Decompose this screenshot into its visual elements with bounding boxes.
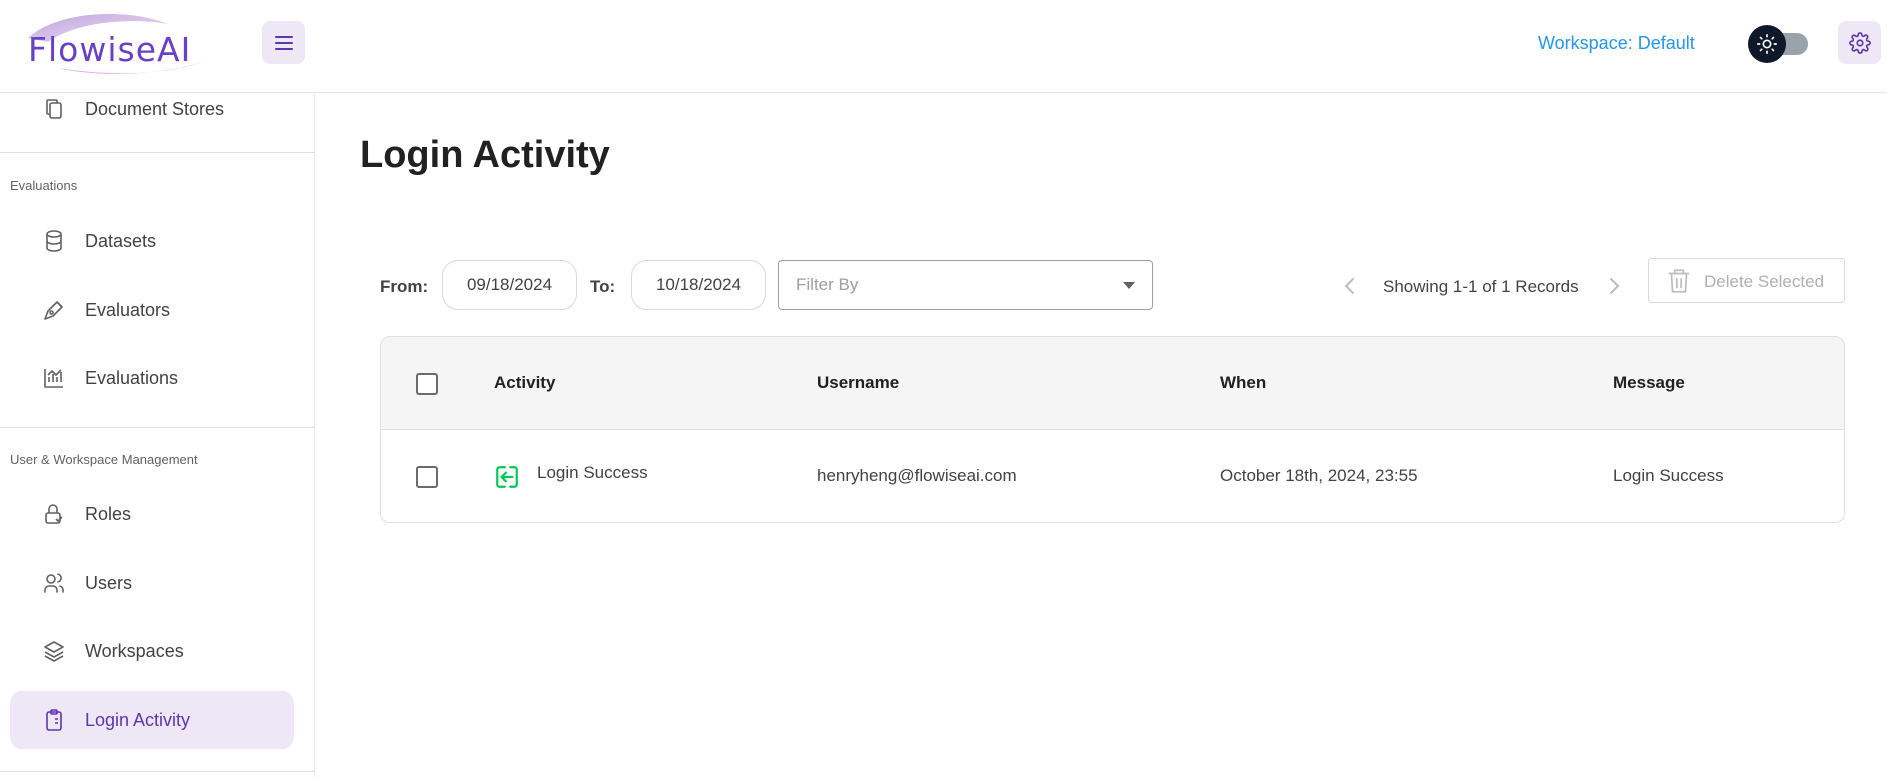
column-header-activity[interactable]: Activity <box>494 373 555 393</box>
lock-check-icon <box>45 504 63 524</box>
login-activity-table: Activity Username When Message Login Suc… <box>380 336 1845 523</box>
sidebar-item-workspaces[interactable]: Workspaces <box>10 622 294 680</box>
delete-selected-label: Delete Selected <box>1704 272 1825 291</box>
pagination-text: Showing 1-1 of 1 Records <box>1383 277 1579 296</box>
document-stores-icon <box>46 99 62 119</box>
login-icon <box>496 466 518 488</box>
sidebar-item-evaluations[interactable]: Evaluations <box>10 349 294 407</box>
to-date-input[interactable]: 10/18/2024 <box>631 260 766 310</box>
layers-icon <box>44 641 64 662</box>
column-header-when[interactable]: When <box>1220 373 1266 393</box>
theme-toggle[interactable] <box>1748 25 1812 63</box>
sidebar: Document Stores Evaluations Datasets Eva… <box>0 94 315 777</box>
sidebar-item-label: Users <box>85 573 133 593</box>
sidebar-item-label: Login Activity <box>85 710 191 730</box>
section-title-evaluations: Evaluations <box>10 178 78 193</box>
top-header: FlowiseAI Workspace: Default <box>0 0 1887 93</box>
sidebar-item-label: Document Stores <box>85 99 225 119</box>
cell-message: Login Success <box>1613 466 1724 485</box>
clipboard-icon <box>46 709 62 731</box>
cell-activity: Login Success <box>537 463 648 482</box>
from-label: From: <box>380 277 429 296</box>
sidebar-item-users[interactable]: Users <box>10 554 294 612</box>
sidebar-divider <box>0 427 314 428</box>
column-header-username[interactable]: Username <box>817 373 899 393</box>
sidebar-item-label: Workspaces <box>85 641 184 661</box>
sidebar-item-document-stores[interactable]: Document Stores <box>10 94 294 138</box>
sidebar-item-label: Evaluations <box>85 368 179 388</box>
column-header-message[interactable]: Message <box>1613 373 1685 393</box>
flowise-logo[interactable]: FlowiseAI <box>18 10 213 76</box>
to-label: To: <box>590 277 616 296</box>
cell-username: henryheng@flowiseai.com <box>817 466 1017 485</box>
section-title-user-workspace: User & Workspace Management <box>10 452 198 467</box>
menu-toggle-button[interactable] <box>262 21 305 64</box>
sidebar-item-label: Roles <box>85 504 132 524</box>
from-date-value: 09/18/2024 <box>466 275 553 294</box>
sidebar-item-label: Datasets <box>85 231 157 251</box>
delete-selected-button[interactable]: Delete Selected <box>1648 258 1845 303</box>
page-title: Login Activity <box>360 134 610 176</box>
sidebar-item-roles[interactable]: Roles <box>10 485 294 543</box>
database-icon <box>46 230 62 252</box>
to-date-value: 10/18/2024 <box>655 275 742 294</box>
sidebar-divider <box>0 152 314 153</box>
table-header: Activity Username When Message <box>381 337 1844 430</box>
sidebar-item-login-activity[interactable]: Login Activity <box>10 691 294 749</box>
cell-when: October 18th, 2024, 23:55 <box>1220 466 1418 485</box>
sun-icon <box>1757 34 1777 54</box>
sidebar-divider <box>0 771 314 772</box>
sidebar-item-datasets[interactable]: Datasets <box>10 212 294 270</box>
select-all-checkbox[interactable] <box>416 373 438 395</box>
from-date-input[interactable]: 09/18/2024 <box>442 260 577 310</box>
users-icon <box>44 573 64 593</box>
workspace-switcher[interactable]: Workspace: Default <box>1538 33 1695 54</box>
chevron-right-icon[interactable] <box>1604 274 1624 298</box>
hamburger-icon <box>274 35 293 50</box>
filter-by-placeholder: Filter By <box>796 275 859 294</box>
toggle-knob <box>1748 25 1786 63</box>
trash-icon <box>1668 269 1690 293</box>
gear-icon <box>1848 31 1871 54</box>
sidebar-item-label: Evaluators <box>85 300 171 320</box>
filter-by-select[interactable]: Filter By <box>778 260 1153 310</box>
settings-button[interactable] <box>1838 21 1881 64</box>
chart-icon <box>44 369 63 388</box>
logo-text: FlowiseAI <box>28 30 192 69</box>
caret-down-icon <box>1123 282 1135 289</box>
row-checkbox[interactable] <box>416 466 438 488</box>
chevron-left-icon[interactable] <box>1340 274 1360 298</box>
sidebar-item-evaluators[interactable]: Evaluators <box>10 281 294 339</box>
pen-tool-icon <box>44 301 63 320</box>
